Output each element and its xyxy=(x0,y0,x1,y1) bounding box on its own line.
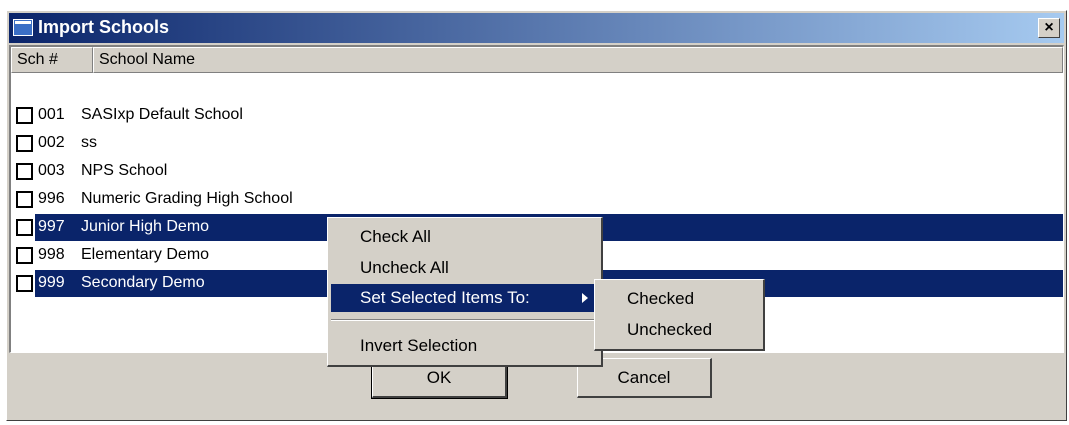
column-header-school-name[interactable]: School Name xyxy=(93,47,1063,73)
school-name: ss xyxy=(81,134,97,151)
row-checkbox[interactable] xyxy=(16,163,33,180)
row-checkbox[interactable] xyxy=(16,219,33,236)
school-name: Numeric Grading High School xyxy=(81,190,293,207)
window-title: Import Schools xyxy=(38,17,170,37)
row-checkbox[interactable] xyxy=(16,275,33,292)
school-number: 996 xyxy=(38,190,65,207)
menu-item-label: Check All xyxy=(360,227,431,246)
submenu: Checked Unchecked xyxy=(594,279,765,351)
school-number: 002 xyxy=(38,134,65,151)
window-icon xyxy=(13,19,33,36)
list-item[interactable]: 996 Numeric Grading High School xyxy=(11,185,1063,213)
submenu-arrow-icon xyxy=(582,293,588,303)
menu-separator xyxy=(331,319,598,321)
school-number: 999 xyxy=(38,274,65,291)
row-checkbox[interactable] xyxy=(16,135,33,152)
menu-item-label: Uncheck All xyxy=(360,258,449,277)
menu-item-label: Invert Selection xyxy=(360,336,478,355)
list-header: Sch # School Name xyxy=(11,47,1063,73)
menu-item-set-selected[interactable]: Set Selected Items To: xyxy=(331,284,598,312)
menu-item-label: Checked xyxy=(627,289,695,308)
submenu-item-unchecked[interactable]: Unchecked xyxy=(598,316,760,344)
row-checkbox[interactable] xyxy=(16,107,33,124)
context-menu: Check All Uncheck All Set Selected Items… xyxy=(327,217,603,367)
school-number: 998 xyxy=(38,246,65,263)
row-checkbox[interactable] xyxy=(16,191,33,208)
school-name: SASIxp Default School xyxy=(81,106,243,123)
submenu-item-checked[interactable]: Checked xyxy=(598,285,760,313)
row-checkbox[interactable] xyxy=(16,247,33,264)
school-name: NPS School xyxy=(81,162,168,179)
list-item[interactable]: 002 ss xyxy=(11,129,1063,157)
menu-item-check-all[interactable]: Check All xyxy=(331,223,598,251)
menu-item-invert-selection[interactable]: Invert Selection xyxy=(331,332,598,360)
title-bar[interactable]: Import Schools × xyxy=(9,13,1064,43)
school-number: 003 xyxy=(38,162,65,179)
list-item[interactable]: 003 NPS School xyxy=(11,157,1063,185)
school-number: 997 xyxy=(38,218,65,235)
menu-item-label: Set Selected Items To: xyxy=(360,288,530,307)
close-button[interactable]: × xyxy=(1038,18,1060,38)
list-item[interactable]: 001 SASIxp Default School xyxy=(11,101,1063,129)
school-number: 001 xyxy=(38,106,65,123)
school-name: Junior High Demo xyxy=(81,218,210,235)
menu-item-label: Unchecked xyxy=(627,320,713,339)
school-name: Elementary Demo xyxy=(81,246,210,263)
column-header-sch-num[interactable]: Sch # xyxy=(11,47,93,73)
menu-item-uncheck-all[interactable]: Uncheck All xyxy=(331,254,598,282)
school-name: Secondary Demo xyxy=(81,274,205,291)
